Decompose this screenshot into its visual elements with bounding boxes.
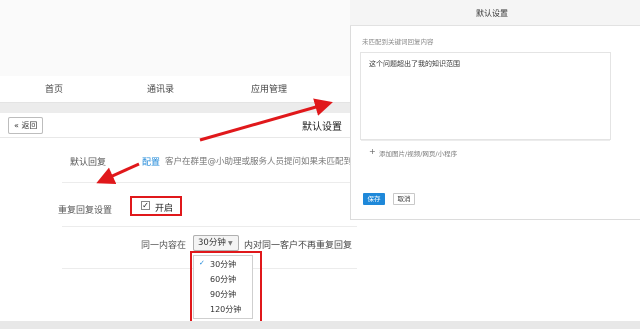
default-reply-label: 默认回复 <box>70 158 107 168</box>
dialog-title: 默认设置 <box>476 9 508 18</box>
highlight-box <box>190 251 262 325</box>
row-divider <box>62 226 357 227</box>
footer-strip <box>0 321 640 329</box>
dialog-hint: 未匹配到关键词回复内容 <box>362 38 434 46</box>
repeat-reply-option-label[interactable]: 开启 <box>155 201 173 214</box>
save-button[interactable]: 保存 <box>363 193 385 205</box>
config-link[interactable]: 配置 <box>142 155 160 168</box>
dialog-divider <box>361 140 610 141</box>
same-content-label: 同一内容在 <box>141 241 187 251</box>
nav-item-contacts[interactable]: 通讯录 <box>147 82 174 95</box>
row-divider <box>62 182 357 183</box>
repeat-reply-label: 重复回复设置 <box>58 206 113 216</box>
cancel-button[interactable]: 取消 <box>393 193 415 205</box>
chevron-down-icon: ▼ <box>228 240 233 247</box>
reply-content-text: 这个问题超出了我的知识范围 <box>369 60 460 68</box>
back-button[interactable]: « 返回 <box>8 117 44 134</box>
repeat-reply-checkbox[interactable]: ✓ <box>141 201 150 210</box>
page-title: 默认设置 <box>302 122 342 133</box>
same-content-description: 内对同一客户不再重复回复 <box>244 241 353 251</box>
default-reply-description: 客户在群里@小助理或服务人员提问如果未匹配到 <box>165 157 353 167</box>
add-attachment-link[interactable]: 添加图片/视频/网页/小程序 <box>379 148 457 158</box>
nav-item-app-management[interactable]: 应用管理 <box>251 82 287 95</box>
plus-icon[interactable]: + <box>369 147 376 156</box>
nav-item-home[interactable]: 首页 <box>45 82 63 95</box>
